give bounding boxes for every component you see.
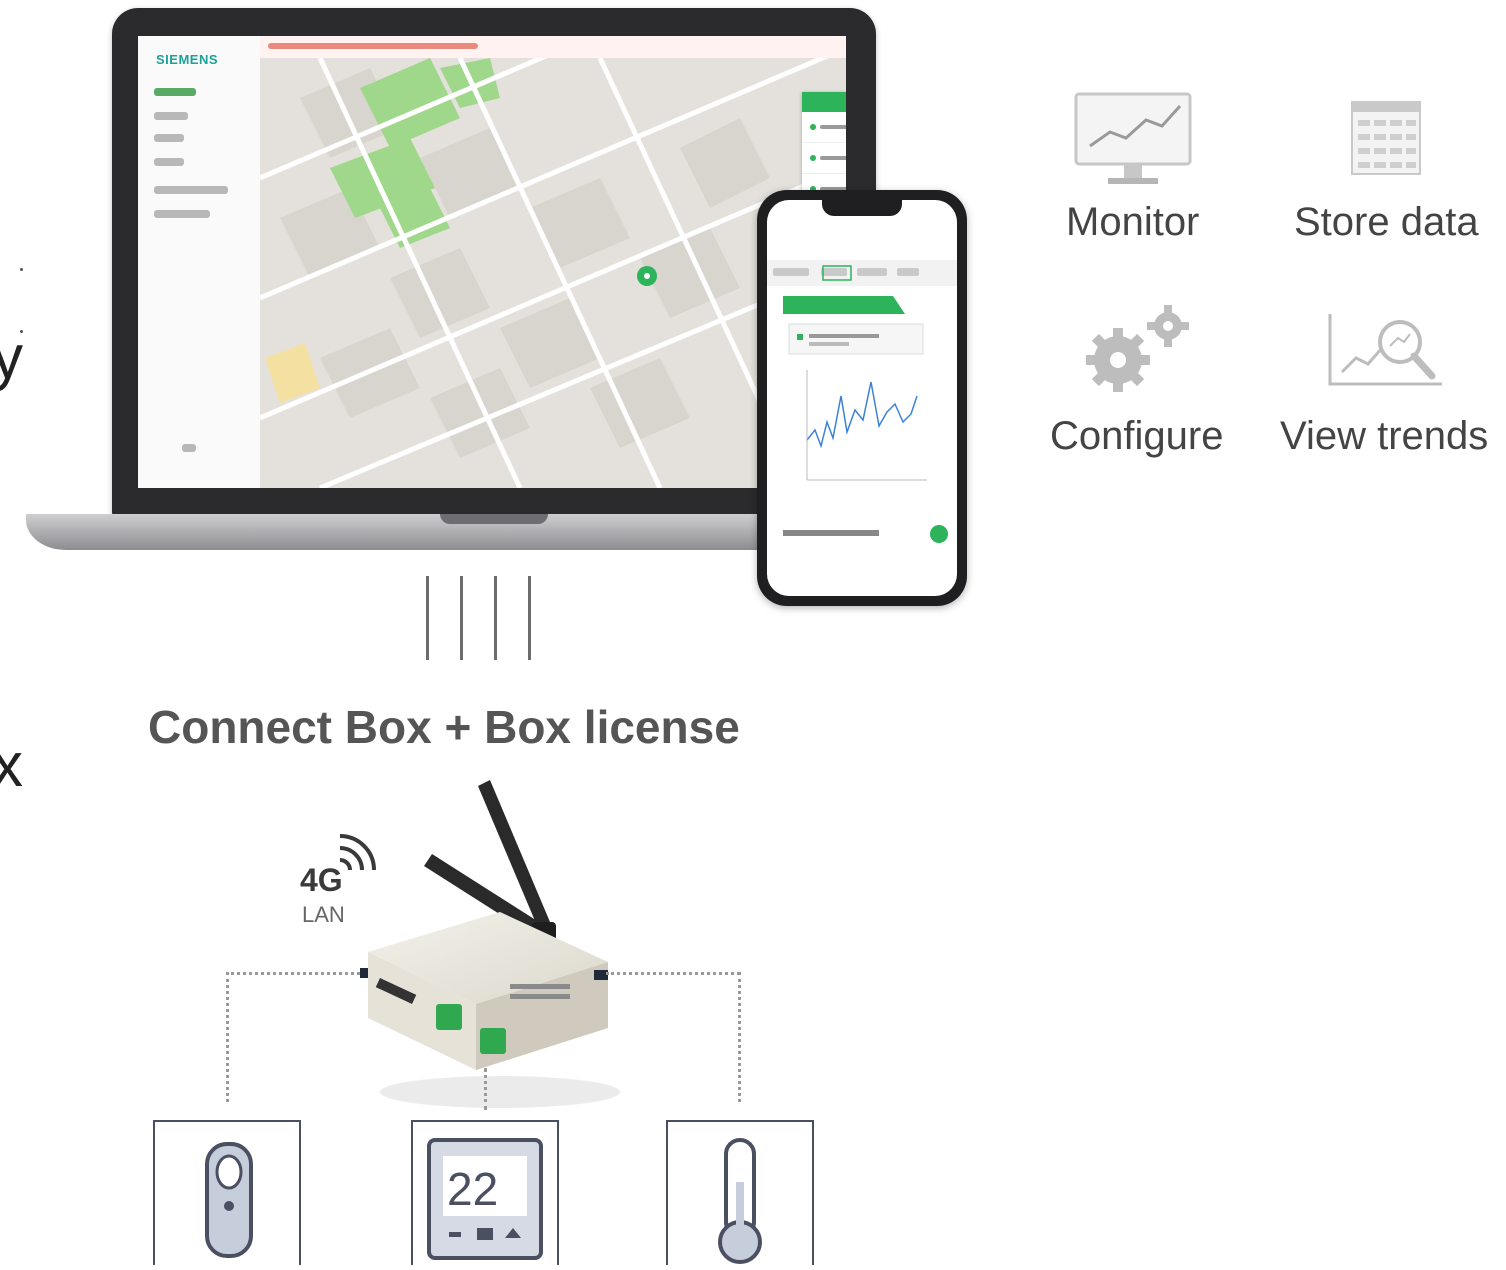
sidebar-item[interactable] [154, 158, 184, 166]
valve-actuator-icon [205, 1142, 253, 1258]
phone-app-graphic [767, 260, 957, 543]
gears-icon [1086, 305, 1189, 392]
smartphone [757, 190, 967, 606]
edge-letter-x: x [0, 731, 23, 800]
sidebar-item[interactable] [154, 112, 188, 120]
feature-store-data-label: Store data [1294, 200, 1479, 244]
wire [226, 972, 360, 975]
monitor-chart-icon [1074, 92, 1192, 184]
connection-line [426, 576, 429, 660]
sidebar-collapse[interactable] [182, 444, 196, 452]
phone-screen [767, 200, 957, 596]
sidebar-item[interactable] [154, 88, 196, 96]
thermostat-value: 22 [447, 1163, 499, 1215]
laptop-screen: SIEMENS [138, 36, 846, 488]
wire [606, 972, 740, 975]
app-topbar [260, 36, 846, 59]
feature-configure-label: Configure [1050, 414, 1224, 458]
app-sidebar: SIEMENS [138, 36, 261, 488]
data-table-icon [1351, 101, 1421, 175]
sidebar-item[interactable] [154, 134, 184, 142]
status-row[interactable] [802, 143, 846, 174]
thermostat-box: 22 [411, 1120, 559, 1265]
temperature-sensor-box [666, 1120, 814, 1265]
wire [738, 972, 741, 1102]
wire [484, 1068, 487, 1110]
sidebar-item[interactable] [154, 210, 210, 218]
network-lan-label: LAN [302, 902, 345, 927]
phone-notch [822, 200, 902, 216]
feature-monitor-label: Monitor [1066, 200, 1200, 244]
status-panel-header [802, 92, 846, 112]
connection-line [460, 576, 463, 660]
app-brand: SIEMENS [156, 52, 219, 67]
wire [226, 972, 229, 1102]
edge-dot [20, 268, 23, 271]
connection-line [528, 576, 531, 660]
actuator-box [153, 1120, 301, 1265]
edge-letter-y: y [0, 323, 23, 392]
trend-magnifier-icon [1328, 314, 1442, 386]
feature-view-trends-label: View trends [1280, 414, 1489, 458]
status-row[interactable] [802, 112, 846, 143]
sidebar-item[interactable] [154, 186, 228, 194]
connect-box-title: Connect Box + Box license [148, 701, 740, 753]
connection-line [494, 576, 497, 660]
connect-box-device [360, 780, 620, 1108]
thermometer-icon [718, 1138, 762, 1264]
alert-banner [268, 43, 478, 49]
laptop-notch [440, 514, 548, 524]
